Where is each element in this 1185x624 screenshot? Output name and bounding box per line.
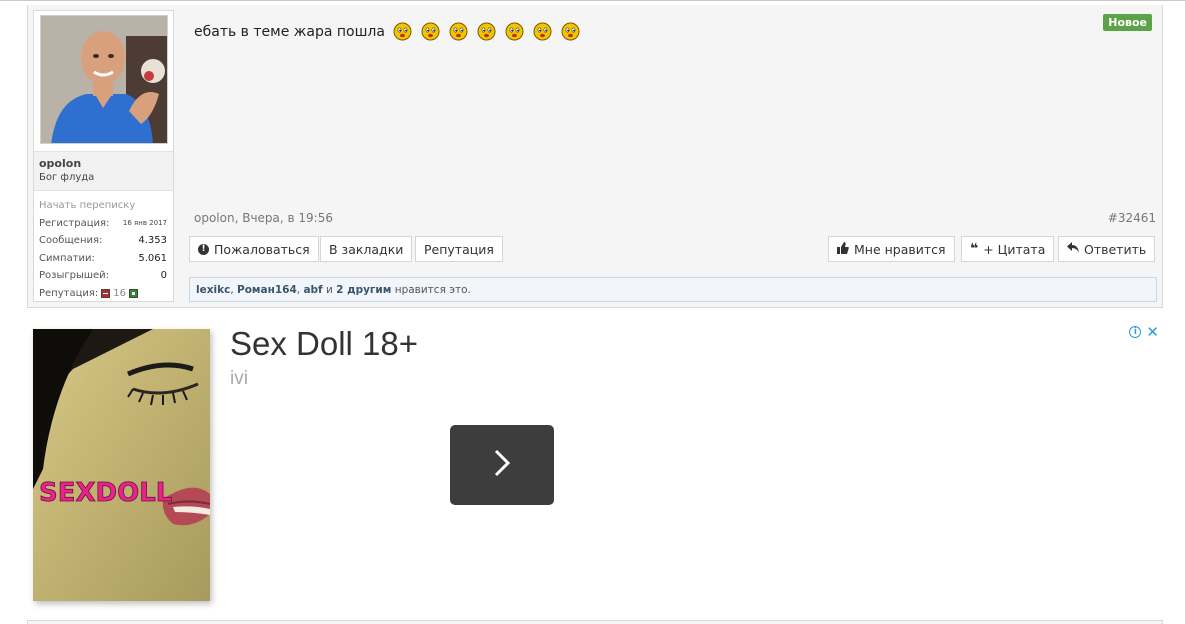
like-button[interactable]: Мне нравится <box>828 236 955 262</box>
smiley-icon <box>421 22 440 41</box>
close-icon[interactable]: ✕ <box>1146 325 1159 340</box>
user-extra-info: Начать переписку Регистрация: 16 янв 201… <box>39 197 167 302</box>
ad-source: ivi <box>230 368 248 389</box>
thumbs-up-icon <box>837 241 849 257</box>
stat-giveaways: Розыгрышей: 0 <box>39 267 167 285</box>
stat-label: Симпатии: <box>39 252 95 264</box>
ad-title[interactable]: Sex Doll 18+ <box>230 325 418 363</box>
advertisement[interactable]: SEXDOLL Sex Doll 18+ ivi i ✕ <box>27 316 1163 620</box>
ad-image-graphic: SEXDOLL <box>33 329 210 601</box>
reputation-button[interactable]: Репутация <box>415 236 503 262</box>
message-content: ебать в теме жара пошла <box>194 22 580 41</box>
smiley-icon <box>533 22 552 41</box>
bookmarks-button[interactable]: В закладки <box>320 236 413 262</box>
user-info: opolon Бог флуда <box>34 151 173 191</box>
post-meta[interactable]: opolon, Вчера, в 19:56 <box>194 211 333 225</box>
ad-controls: i ✕ <box>1129 325 1159 340</box>
stat-label: Репутация: <box>39 287 99 299</box>
chevron-right-icon <box>490 447 514 483</box>
username[interactable]: opolon <box>39 157 168 171</box>
stat-value: 0 <box>160 270 167 281</box>
next-post-edge <box>27 620 1163 624</box>
quote-icon: ❝ <box>970 241 979 257</box>
forum-post: opolon Бог флуда Начать переписку Регист… <box>27 5 1163 308</box>
reputation-minus-icon[interactable] <box>101 288 111 298</box>
exclamation-icon: ! <box>198 243 209 255</box>
ad-image-text: SEXDOLL <box>39 478 172 508</box>
likes-and: и <box>325 283 333 296</box>
user-avatar[interactable] <box>40 15 168 144</box>
post-number-link[interactable]: #32461 <box>1108 211 1156 225</box>
smilies <box>393 22 580 41</box>
likes-suffix: нравится это. <box>394 283 471 296</box>
smiley-icon <box>505 22 524 41</box>
ad-open-button[interactable] <box>450 425 554 505</box>
report-button[interactable]: ! Пожаловаться <box>189 236 319 262</box>
smiley-icon <box>477 22 496 41</box>
stat-value: 16 янв 2017 <box>122 218 167 227</box>
user-panel: opolon Бог флуда Начать переписку Регист… <box>33 10 174 302</box>
info-icon[interactable]: i <box>1129 326 1142 338</box>
smiley-icon <box>561 22 580 41</box>
reply-arrow-icon <box>1067 242 1079 256</box>
user-title: Бог флуда <box>39 172 95 183</box>
reputation-plus-icon[interactable] <box>129 288 139 298</box>
stat-registration: Регистрация: 16 янв 2017 <box>39 215 167 233</box>
stat-label: Розыгрышей: <box>39 270 110 281</box>
stat-messages: Сообщения: 4.353 <box>39 232 167 250</box>
stat-value[interactable]: 4.353 <box>138 232 167 250</box>
quote-button[interactable]: ❝ + Цитата <box>961 236 1055 262</box>
stat-label: Регистрация: <box>39 217 110 229</box>
likes-summary: lexikc, Роман164, abf и 2 другим нравитс… <box>189 277 1157 302</box>
quote-label: + Цитата <box>983 241 1046 257</box>
smiley-icon <box>449 22 468 41</box>
stat-label: Сообщения: <box>39 235 103 246</box>
likes-others-link[interactable]: 2 другим <box>336 284 391 296</box>
start-conversation-link[interactable]: Начать переписку <box>39 197 167 215</box>
like-label: Мне нравится <box>854 241 946 257</box>
reputation-label: Репутация <box>424 241 494 257</box>
stat-reputation: Репутация: 16 <box>39 285 167 303</box>
liker-link[interactable]: Роман164 <box>237 284 297 296</box>
report-label: Пожаловаться <box>214 241 310 257</box>
smiley-icon <box>393 22 412 41</box>
page: opolon Бог флуда Начать переписку Регист… <box>0 0 1185 624</box>
bookmarks-label: В закладки <box>329 241 404 257</box>
new-badge: Новое <box>1103 14 1152 31</box>
liker-link[interactable]: abf <box>303 284 322 296</box>
reputation-value: 16 <box>113 287 127 299</box>
stat-likes: Симпатии: 5.061 <box>39 250 167 268</box>
ad-image[interactable]: SEXDOLL <box>33 329 210 601</box>
liker-link[interactable]: lexikc <box>196 284 230 296</box>
reply-label: Ответить <box>1084 241 1147 257</box>
message-text: ебать в теме жара пошла <box>194 23 385 40</box>
stat-value: 5.061 <box>138 252 167 264</box>
avatar-image <box>41 16 167 143</box>
reply-button[interactable]: Ответить <box>1058 236 1156 262</box>
